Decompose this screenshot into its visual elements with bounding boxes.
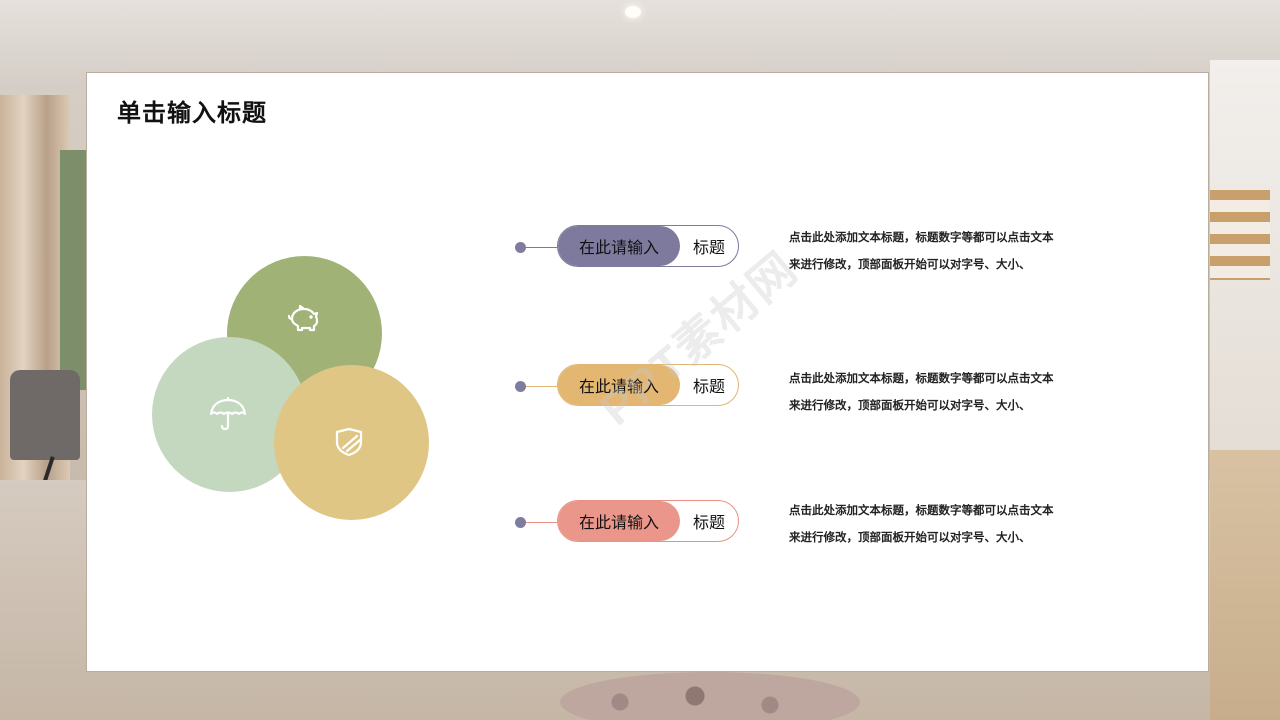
slide-title[interactable]: 单击输入标题 bbox=[117, 93, 267, 128]
pill-subtitle[interactable]: 标题 bbox=[680, 226, 738, 266]
pill-tag[interactable]: 在此请输入 bbox=[558, 226, 680, 266]
chair bbox=[10, 370, 80, 460]
item-description[interactable]: 点击此处添加文本标题，标题数字等都可以点击文本 来进行修改，顶部面板开始可以对字号… bbox=[789, 224, 1109, 278]
connector-line bbox=[526, 247, 558, 248]
piggy-bank-icon bbox=[284, 299, 324, 339]
stairs bbox=[1210, 190, 1270, 280]
desc-line-2: 来进行修改，顶部面板开始可以对字号、大小、 bbox=[789, 257, 1031, 271]
bullet-dot bbox=[515, 517, 526, 528]
ceiling-lamp bbox=[625, 6, 641, 18]
umbrella-icon bbox=[208, 394, 248, 434]
desk bbox=[1210, 450, 1280, 720]
pill-subtitle[interactable]: 标题 bbox=[680, 501, 738, 541]
desc-line-2: 来进行修改，顶部面板开始可以对字号、大小、 bbox=[789, 530, 1031, 544]
item-row-1: 在此请输入 标题 bbox=[515, 225, 755, 269]
bullet-dot bbox=[515, 381, 526, 392]
label-pill[interactable]: 在此请输入 标题 bbox=[557, 500, 739, 542]
connector-line bbox=[526, 522, 558, 523]
shield-icon bbox=[329, 422, 369, 462]
item-row-3: 在此请输入 标题 bbox=[515, 500, 755, 544]
window bbox=[60, 150, 88, 390]
desc-line-1: 点击此处添加文本标题，标题数字等都可以点击文本 bbox=[789, 503, 1054, 517]
pill-tag[interactable]: 在此请输入 bbox=[558, 501, 680, 541]
desc-line-2: 来进行修改，顶部面板开始可以对字号、大小、 bbox=[789, 398, 1031, 412]
item-description[interactable]: 点击此处添加文本标题，标题数字等都可以点击文本 来进行修改，顶部面板开始可以对字号… bbox=[789, 497, 1109, 551]
label-pill[interactable]: 在此请输入 标题 bbox=[557, 225, 739, 267]
desc-line-1: 点击此处添加文本标题，标题数字等都可以点击文本 bbox=[789, 230, 1054, 244]
bullet-dot bbox=[515, 242, 526, 253]
content-card: 单击输入标题 在此请输入 标题 点击此处添加文本标题，标题数字等都可以点击文本 … bbox=[86, 72, 1209, 672]
item-description[interactable]: 点击此处添加文本标题，标题数字等都可以点击文本 来进行修改，顶部面板开始可以对字号… bbox=[789, 365, 1109, 419]
desc-line-1: 点击此处添加文本标题，标题数字等都可以点击文本 bbox=[789, 371, 1054, 385]
connector-line bbox=[526, 386, 558, 387]
